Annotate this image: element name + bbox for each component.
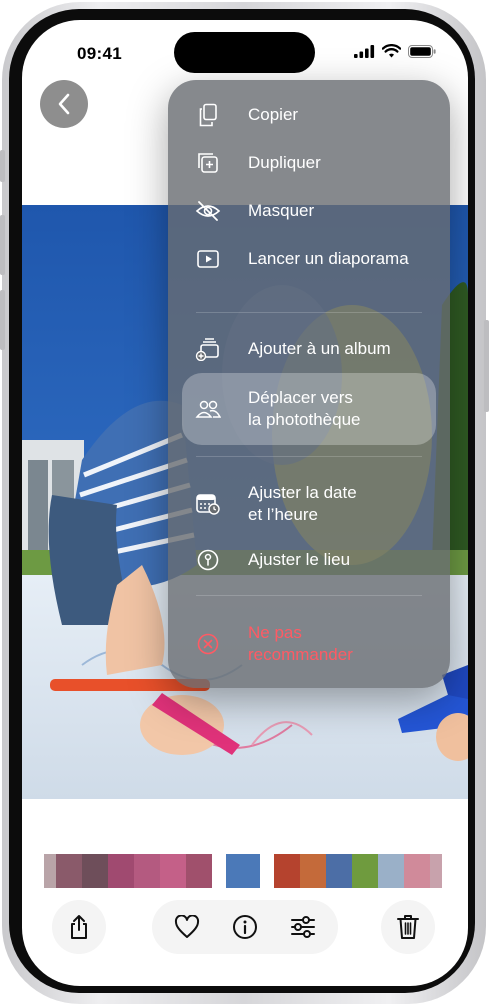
thumbnail[interactable]: [108, 854, 134, 888]
thumbnail[interactable]: [326, 854, 352, 888]
info-icon: [233, 915, 257, 939]
volume-up-button: [0, 215, 5, 275]
menu-item-label: Déplacer vers la photothèque: [248, 388, 361, 429]
x-circle-icon: [194, 630, 222, 658]
menu-item-move-to-library[interactable]: Déplacer vers la photothèque: [182, 373, 436, 445]
menu-separator: [196, 595, 422, 596]
heart-icon: [174, 915, 200, 938]
thumbnail[interactable]: [56, 854, 82, 888]
menu-separator: [196, 312, 422, 313]
menu-item-adjust-date-time[interactable]: Ajuster la date et l’heure: [182, 476, 436, 532]
battery-icon: [408, 44, 436, 58]
sliders-icon: [291, 916, 315, 938]
duplicate-icon: [194, 149, 222, 177]
menu-item-label: Copier: [248, 105, 299, 124]
menu-item-label: Dupliquer: [248, 153, 321, 172]
thumbnail-selected[interactable]: [226, 854, 260, 888]
thumbnail[interactable]: [186, 854, 212, 888]
wifi-icon: [382, 44, 401, 58]
edit-button[interactable]: [283, 907, 323, 947]
menu-item-label: Ajouter à un album: [248, 339, 391, 358]
share-button[interactable]: [52, 900, 106, 954]
photo-actions-group: [152, 900, 338, 954]
menu-item-copy[interactable]: Copier: [182, 98, 436, 132]
menu-item-adjust-location[interactable]: Ajuster le lieu: [182, 543, 436, 577]
menu-item-label: Ajuster le lieu: [248, 550, 351, 569]
menu-item-label: Ajuster la date et l’heure: [248, 483, 357, 524]
play-rectangle-icon: [194, 245, 222, 273]
location-pin-icon: [194, 546, 222, 574]
menu-item-slideshow[interactable]: Lancer un diaporama: [182, 242, 436, 276]
menu-item-label: Ne pas recommander: [248, 623, 353, 664]
menu-item-hide[interactable]: Masquer: [182, 194, 436, 228]
people-icon: [194, 395, 222, 423]
action-button: [0, 150, 5, 182]
eye-slash-icon: [194, 197, 222, 225]
context-menu: Copier Dupliquer Masquer Lancer un diapo…: [168, 80, 450, 688]
menu-item-label: Masquer: [248, 201, 315, 220]
thumbnail[interactable]: [352, 854, 378, 888]
thumbnail-strip[interactable]: [44, 854, 442, 888]
favorite-button[interactable]: [167, 907, 207, 947]
dynamic-island: [174, 32, 315, 73]
delete-button[interactable]: [381, 900, 435, 954]
menu-item-do-not-feature[interactable]: Ne pas recommander: [182, 616, 436, 672]
trash-icon: [397, 915, 419, 939]
thumbnail[interactable]: [300, 854, 326, 888]
volume-down-button: [0, 290, 5, 350]
status-time: 09:41: [77, 44, 122, 63]
thumbnail[interactable]: [404, 854, 430, 888]
thumbnail[interactable]: [430, 854, 442, 888]
thumbnail[interactable]: [82, 854, 108, 888]
menu-item-duplicate[interactable]: Dupliquer: [182, 146, 436, 180]
thumbnail[interactable]: [274, 854, 300, 888]
thumbnail[interactable]: [378, 854, 404, 888]
menu-item-label: Lancer un diaporama: [248, 249, 409, 268]
add-to-album-icon: [194, 335, 222, 363]
screen: 09:41 Copier Dupliquer Masquer Lancer un…: [22, 20, 468, 986]
menu-separator: [196, 456, 422, 457]
thumbnail[interactable]: [44, 854, 56, 888]
info-button[interactable]: [225, 907, 265, 947]
copy-icon: [194, 101, 222, 129]
share-icon: [71, 915, 87, 939]
calendar-clock-icon: [194, 490, 222, 518]
thumbnail[interactable]: [134, 854, 160, 888]
status-icons: [354, 44, 436, 58]
back-button[interactable]: [40, 80, 88, 128]
power-button: [484, 320, 489, 412]
chevron-left-icon: [58, 93, 70, 115]
cellular-signal-icon: [354, 44, 375, 58]
menu-item-add-to-album[interactable]: Ajouter à un album: [182, 332, 436, 366]
thumbnail[interactable]: [160, 854, 186, 888]
